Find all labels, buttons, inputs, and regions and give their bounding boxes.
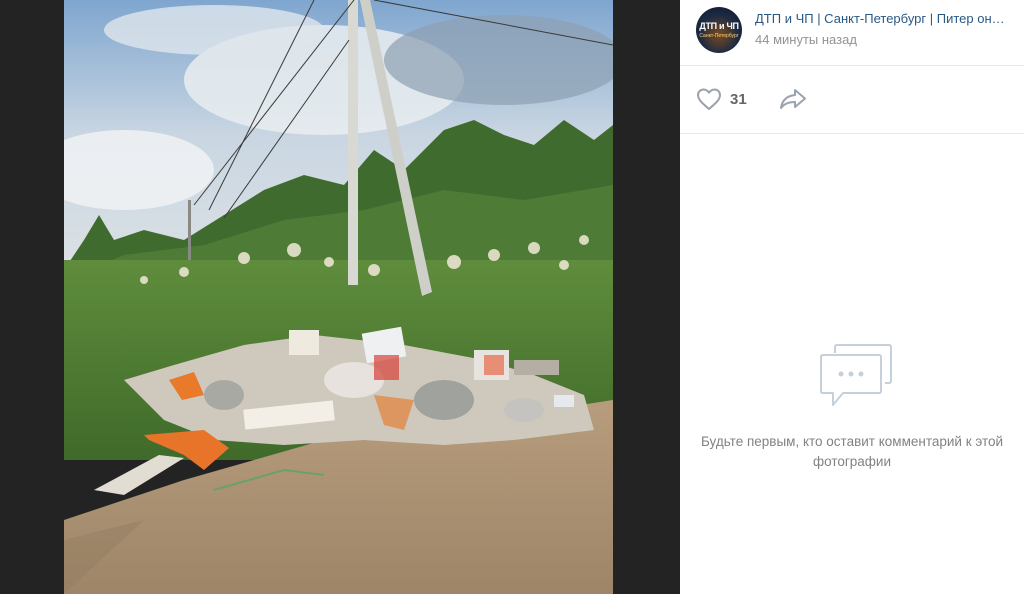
likes-count: 31 (730, 90, 747, 108)
photo[interactable] (64, 0, 613, 594)
avatar-subtitle: Санкт-Петербург (699, 33, 739, 39)
post-time[interactable]: 44 минуты назад (755, 32, 857, 47)
share-icon[interactable] (778, 87, 808, 111)
photo-image (64, 0, 613, 594)
like-button[interactable]: 31 (696, 86, 747, 112)
group-avatar[interactable]: ДТП и ЧП Санкт-Петербург (696, 7, 742, 53)
group-name-link[interactable]: ДТП и ЧП | Санкт-Петербург | Питер онлай… (755, 11, 1010, 26)
heart-icon (697, 88, 721, 110)
empty-comments: Будьте первым, кто оставит комментарий к… (680, 134, 1024, 594)
post-header: ДТП и ЧП Санкт-Петербург ДТП и ЧП | Санк… (680, 0, 1024, 66)
empty-comments-text: Будьте первым, кто оставит комментарий к… (700, 434, 1004, 469)
comments-panel: ДТП и ЧП Санкт-Петербург ДТП и ЧП | Санк… (680, 0, 1024, 594)
avatar-title: ДТП и ЧП (699, 21, 739, 31)
comment-bubble-icon (820, 344, 892, 406)
post-actions: 31 (680, 66, 1024, 134)
photo-viewer (0, 0, 680, 594)
